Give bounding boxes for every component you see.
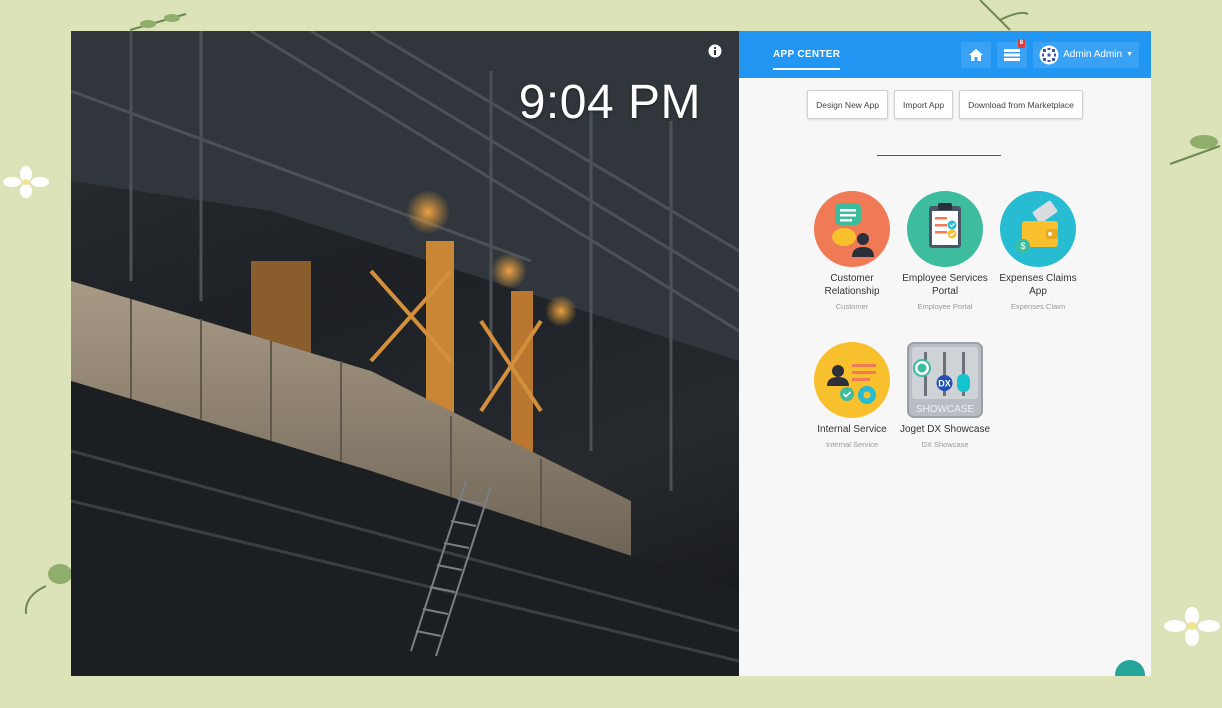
showcase-icon: DX SHOWCASE bbox=[907, 342, 983, 418]
task-list-icon bbox=[1004, 49, 1021, 61]
app-subtitle: Employee Portal bbox=[917, 302, 973, 311]
app-subtitle: DX Showcase bbox=[921, 440, 969, 449]
home-icon bbox=[969, 48, 984, 61]
leaf-decoration-icon bbox=[1169, 135, 1221, 165]
clock-time: 9:04 PM bbox=[518, 76, 701, 129]
dx-badge-text: DX bbox=[938, 379, 951, 389]
top-navbar: APP CENTER 8 Admin Admin ▼ bbox=[739, 31, 1151, 78]
flower-decoration-icon bbox=[3, 166, 49, 198]
inbox-button[interactable]: 8 bbox=[997, 38, 1028, 68]
action-buttons: Design New App Import App Download from … bbox=[739, 90, 1151, 119]
app-joget-dx-showcase[interactable]: DX SHOWCASE Joget DX Showcase DX Showcas… bbox=[899, 342, 991, 449]
download-marketplace-button[interactable]: Download from Marketplace bbox=[959, 90, 1083, 119]
app-name: Employee Services Portal bbox=[902, 273, 988, 297]
avatar bbox=[1039, 45, 1059, 64]
customer-relationship-icon bbox=[814, 191, 890, 267]
clipboard-icon bbox=[907, 191, 983, 267]
app-expenses-claims[interactable]: $ Expenses Claims App Expenses Claim bbox=[992, 191, 1084, 311]
info-icon[interactable] bbox=[708, 44, 722, 58]
app-subtitle: Internal Service bbox=[825, 440, 879, 449]
app-employee-services-portal[interactable]: Employee Services Portal Employee Portal bbox=[899, 191, 991, 311]
app-window: 9:04 PM APP CENTER 8 Admin Admin ▼ Desig… bbox=[71, 31, 1151, 676]
floating-action-button[interactable] bbox=[1115, 660, 1145, 676]
home-button[interactable] bbox=[961, 41, 992, 68]
internal-service-icon bbox=[814, 342, 890, 418]
notification-badge: 8 bbox=[1017, 38, 1026, 48]
app-subtitle: Expenses Claim bbox=[1010, 302, 1066, 311]
flower-decoration-icon bbox=[1164, 607, 1220, 646]
app-name: Joget DX Showcase bbox=[899, 424, 991, 435]
app-customer-relationship[interactable]: Customer Relationship Customer bbox=[806, 191, 898, 311]
user-menu[interactable]: Admin Admin ▼ bbox=[1033, 41, 1139, 68]
app-name: Internal Service bbox=[817, 424, 887, 435]
app-subtitle: Customer bbox=[835, 302, 869, 311]
search-input[interactable] bbox=[887, 141, 1019, 152]
app-center-tab[interactable]: APP CENTER bbox=[773, 49, 841, 70]
app-internal-service[interactable]: Internal Service Internal Service bbox=[806, 342, 898, 449]
caret-down-icon: ▼ bbox=[1126, 51, 1133, 58]
svg-text:$: $ bbox=[1020, 241, 1025, 251]
app-name: Expenses Claims App bbox=[999, 273, 1077, 297]
design-new-app-button[interactable]: Design New App bbox=[807, 90, 888, 119]
search-bar bbox=[877, 138, 1019, 156]
wallet-icon: $ bbox=[1000, 191, 1076, 267]
showcase-logo-text: SHOWCASE bbox=[916, 404, 975, 415]
leaf-decoration-icon bbox=[24, 564, 72, 615]
background-photo: 9:04 PM bbox=[71, 31, 739, 676]
app-center-panel: APP CENTER 8 Admin Admin ▼ Design New Ap… bbox=[739, 31, 1151, 676]
leaf-decoration-icon bbox=[979, 0, 1029, 31]
user-name: Admin Admin bbox=[1063, 49, 1123, 60]
import-app-button[interactable]: Import App bbox=[893, 90, 954, 119]
app-name: Customer Relationship bbox=[824, 273, 880, 297]
